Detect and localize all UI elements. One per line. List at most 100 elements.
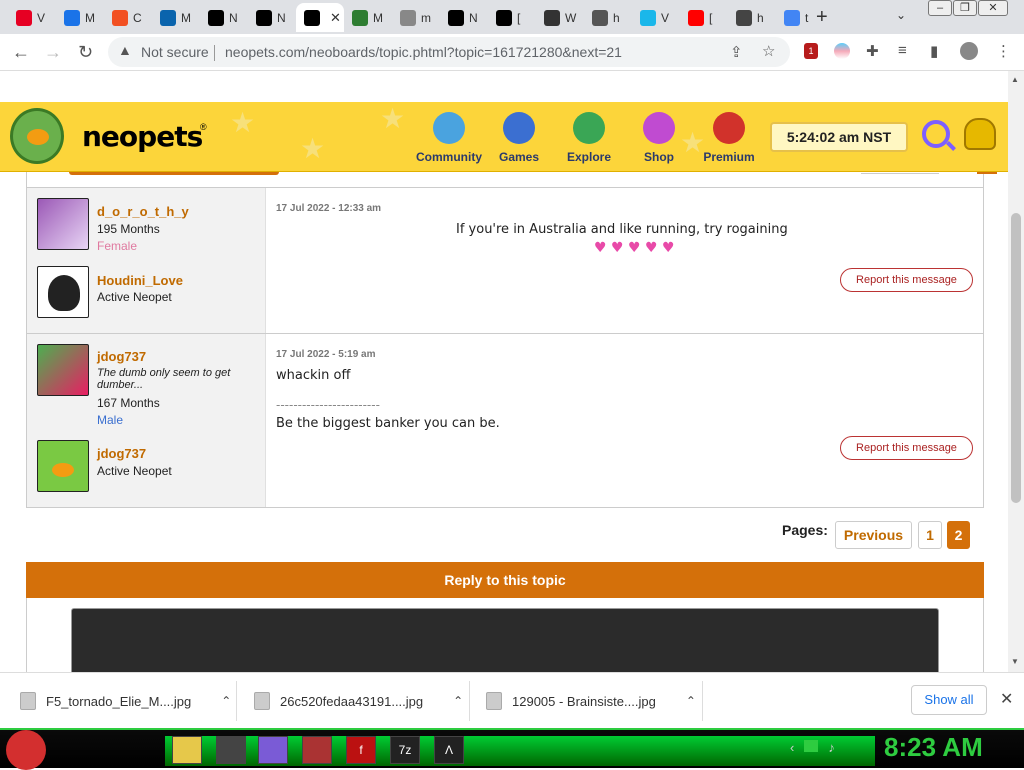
minimize-button[interactable]: –: [928, 0, 952, 16]
nav-games[interactable]: Games: [484, 112, 554, 164]
forward-button[interactable]: →: [44, 42, 62, 63]
restore-button[interactable]: ❐: [953, 0, 977, 16]
tray-arrow-icon[interactable]: ‹: [790, 740, 794, 755]
board-post: d_o_r_o_t_h_y 195 Months Female Houdini_…: [26, 188, 984, 334]
tab-14[interactable]: V: [632, 3, 680, 32]
security-label[interactable]: Not secure: [141, 44, 209, 60]
chevron-up-icon[interactable]: ⌃: [686, 694, 696, 708]
download-item[interactable]: F5_tornado_Elie_M....jpg ⌃: [20, 673, 231, 729]
previous-page-button[interactable]: Previous: [835, 521, 912, 549]
nst-clock: 5:24:02 am NST: [770, 122, 908, 152]
tab-9[interactable]: m: [392, 3, 440, 32]
game-icon[interactable]: [302, 736, 332, 764]
author-username[interactable]: d_o_r_o_t_h_y: [97, 204, 189, 219]
close-window-button[interactable]: ✕: [978, 0, 1008, 16]
7z-icon[interactable]: 7z: [390, 736, 420, 764]
google-icon: [784, 9, 800, 26]
warning-icon[interactable]: ▲: [118, 42, 132, 58]
registered-mark: ®: [200, 122, 207, 132]
profile-avatar-icon[interactable]: [960, 42, 978, 60]
mascot-beak: [27, 129, 49, 145]
tab-13[interactable]: h: [584, 3, 632, 32]
volume-icon[interactable]: ♪: [828, 740, 835, 755]
scroll-thumb[interactable]: [1011, 213, 1021, 503]
tab-7[interactable]: ✕: [296, 3, 344, 32]
chevron-up-icon[interactable]: ⌃: [453, 694, 463, 708]
neopets-logo-text[interactable]: neopets: [82, 120, 203, 153]
tab-3[interactable]: C: [104, 3, 152, 32]
search-magnifier-icon[interactable]: [922, 120, 950, 148]
pet-avatar[interactable]: [37, 266, 89, 318]
tab-4[interactable]: M: [152, 3, 200, 32]
hearts-graphic: ♥ ♥ ♥ ♥ ♥: [594, 240, 675, 256]
report-message-button[interactable]: Report this message: [840, 436, 973, 460]
bookmark-star-icon[interactable]: ☆: [762, 42, 775, 60]
current-page-button[interactable]: 2: [947, 521, 970, 549]
back-button[interactable]: ←: [12, 42, 30, 63]
user-avatar[interactable]: [37, 344, 89, 396]
nav-premium[interactable]: Premium: [694, 112, 764, 164]
download-item[interactable]: 26c520fedaa43191....jpg ⌃: [254, 673, 463, 729]
tab-search-chevron-icon[interactable]: ⌄: [896, 8, 906, 22]
pet-avatar[interactable]: [37, 440, 89, 492]
page-button[interactable]: 1: [918, 521, 942, 549]
scroll-up-icon[interactable]: ▲: [1011, 75, 1019, 84]
tab-15[interactable]: [: [680, 3, 728, 32]
share-icon[interactable]: ⇪: [730, 43, 743, 61]
chevron-up-icon[interactable]: ⌃: [221, 694, 231, 708]
menu-kebab-icon[interactable]: ⋮: [996, 42, 1011, 60]
extension-badge: 1: [808, 46, 814, 56]
neopets-mascot-logo[interactable]: [10, 108, 64, 164]
previous-post-report-edge: [861, 172, 939, 174]
close-downloads-icon[interactable]: ✕: [1000, 689, 1013, 709]
taskbar-clock[interactable]: 8:23 AM: [884, 732, 983, 763]
pet-name[interactable]: jdog737: [97, 446, 146, 461]
notification-bell-icon[interactable]: [964, 118, 996, 150]
tab-6[interactable]: N: [248, 3, 296, 32]
background-star-icon: ★: [380, 103, 406, 134]
tab-title: t: [805, 10, 809, 25]
download-item[interactable]: 129005 - Brainsiste....jpg ⌃: [486, 673, 696, 729]
pet-name[interactable]: Houdini_Love: [97, 273, 183, 288]
tab-12[interactable]: W: [536, 3, 584, 32]
ublock-extension-icon[interactable]: 1: [804, 43, 818, 59]
nav-community[interactable]: Community: [414, 112, 484, 164]
start-button-icon[interactable]: [6, 730, 46, 770]
background-star-icon: ★: [300, 133, 326, 164]
folder-icon[interactable]: [172, 736, 202, 764]
side-panel-icon[interactable]: ▮: [930, 42, 938, 60]
media-control-icon[interactable]: ≡: [898, 42, 907, 59]
user-avatar[interactable]: [37, 198, 89, 250]
nav-explore[interactable]: Explore: [554, 112, 624, 164]
url-text[interactable]: neopets.com/neoboards/topic.phtml?topic=…: [225, 44, 622, 60]
new-tab-button[interactable]: +: [816, 6, 828, 29]
vector-icon[interactable]: Λ: [434, 736, 464, 764]
extension-icon[interactable]: [834, 43, 850, 59]
tab-10[interactable]: N: [440, 3, 488, 32]
author-username[interactable]: jdog737: [97, 349, 146, 364]
tab-2[interactable]: M: [56, 3, 104, 32]
tab-1[interactable]: V: [8, 3, 56, 32]
download-divider: [236, 681, 237, 721]
tab-8[interactable]: M: [344, 3, 392, 32]
reply-editor[interactable]: [71, 608, 939, 672]
address-bar[interactable]: ▲ Not secure neopets.com/neoboards/topic…: [108, 37, 790, 67]
nav-shop[interactable]: Shop: [624, 112, 694, 164]
tab-11[interactable]: [: [488, 3, 536, 32]
page-top-spacer: [0, 71, 1024, 102]
report-message-button[interactable]: Report this message: [840, 268, 973, 292]
tab-16[interactable]: h: [728, 3, 776, 32]
show-all-downloads-button[interactable]: Show all: [911, 685, 987, 715]
close-tab-icon[interactable]: ✕: [330, 10, 341, 26]
chrome-icon[interactable]: [216, 736, 246, 764]
tab-5[interactable]: N: [200, 3, 248, 32]
firefox-icon[interactable]: [258, 736, 288, 764]
browser-toolbar: ← → ↻ ▲ Not secure neopets.com/neoboards…: [0, 34, 1024, 71]
page-scrollbar[interactable]: ▲ ▼: [1008, 71, 1024, 672]
extensions-puzzle-icon[interactable]: ✚: [866, 42, 879, 60]
scroll-down-icon[interactable]: ▼: [1011, 657, 1019, 666]
flash-icon[interactable]: f: [346, 736, 376, 764]
pet-image: [48, 275, 80, 311]
battery-icon[interactable]: [804, 740, 819, 752]
reload-button[interactable]: ↻: [78, 42, 93, 63]
